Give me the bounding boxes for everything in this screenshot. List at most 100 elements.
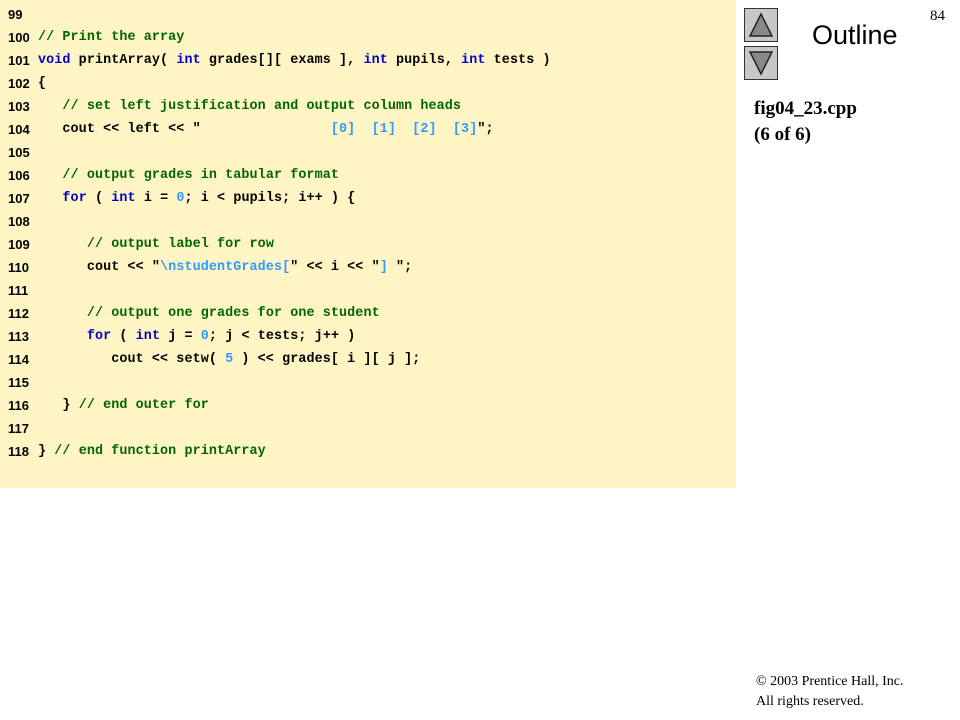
code-text: // output grades in tabular format [38, 168, 339, 183]
code-line: 110 cout << "\nstudentGrades[" << i << "… [0, 256, 736, 279]
code-text: // output label for row [38, 237, 274, 252]
line-number: 102 [8, 76, 30, 91]
line-number: 114 [8, 352, 29, 367]
line-number: 107 [8, 191, 30, 206]
code-token: tests ) [485, 53, 551, 68]
code-line: 104 cout << left << " [0] [1] [2] [3]"; [0, 118, 736, 141]
code-line: 103 // set left justification and output… [0, 95, 736, 118]
code-token: int [135, 329, 161, 344]
file-info: fig04_23.cpp (6 of 6) [754, 96, 857, 148]
code-token: { [38, 76, 47, 91]
code-line: 111 [0, 279, 736, 302]
line-number: 117 [8, 421, 29, 436]
code-token: // output label for row [86, 237, 274, 252]
file-name: fig04_23.cpp [754, 98, 857, 119]
code-token: 0 [176, 191, 185, 206]
code-token: 0 [200, 329, 209, 344]
code-token: ; i < pupils; i++ ) { [184, 191, 356, 206]
code-token: grades[][ exams ], [200, 53, 364, 68]
code-token: " << i << " [290, 260, 380, 275]
copyright-line-1: © 2003 Prentice Hall, Inc. [756, 674, 904, 689]
code-token: for [86, 329, 112, 344]
code-text: // output one grades for one student [38, 306, 380, 321]
next-slide-button[interactable] [744, 46, 778, 80]
outline-title: Outline [812, 20, 898, 50]
line-number: 99 [8, 7, 23, 22]
code-line: 107 for ( int i = 0; i < pupils; i++ ) { [0, 187, 736, 210]
line-number: 101 [8, 53, 30, 68]
code-line: 99 [0, 3, 736, 26]
code-line: 109 // output label for row [0, 233, 736, 256]
code-text: cout << "\nstudentGrades[" << i << "] "; [38, 260, 412, 275]
line-number: 112 [8, 306, 29, 321]
code-text: void printArray( int grades[][ exams ], … [38, 53, 551, 68]
page-number: 84 [930, 8, 945, 24]
code-token: // end outer for [78, 398, 209, 413]
line-number: 106 [8, 168, 30, 183]
code-line: 102 { [0, 72, 736, 95]
line-number: 116 [8, 398, 29, 413]
code-token: // output grades in tabular format [62, 168, 340, 183]
code-token: int [363, 53, 388, 68]
code-line: 100 // Print the array [0, 26, 736, 49]
triangle-down-icon [748, 51, 774, 76]
copyright-notice: © 2003 Prentice Hall, Inc. All rights re… [756, 672, 904, 712]
code-token: } [38, 398, 79, 413]
code-token: \nstudentGrades[ [160, 260, 291, 275]
code-text: // Print the array [38, 30, 184, 45]
code-token: ) << grades[ i ][ j ]; [233, 352, 421, 367]
code-line: 115 [0, 371, 736, 394]
code-token: int [461, 53, 486, 68]
line-number: 103 [8, 99, 30, 114]
line-number: 115 [8, 375, 29, 390]
code-text: cout << left << " [0] [1] [2] [3]"; [38, 122, 494, 137]
code-token: void [38, 53, 71, 68]
code-token: i = [135, 191, 177, 206]
code-token: "; [477, 122, 494, 137]
copyright-line-2: All rights reserved. [756, 694, 864, 709]
code-line: 108 [0, 210, 736, 233]
code-line: 116 } // end outer for [0, 394, 736, 417]
code-token: // end function printArray [54, 444, 266, 459]
code-token: "; [396, 260, 413, 275]
code-text: } // end outer for [38, 398, 209, 413]
code-line: 117 [0, 417, 736, 440]
code-token: [0] [1] [2] [3] [200, 122, 478, 137]
code-text: { [38, 76, 46, 91]
code-line: 112 // output one grades for one student [0, 302, 736, 325]
code-token: cout << " [38, 260, 161, 275]
code-token: ; j < tests; j++ ) [208, 329, 356, 344]
code-token: ( [111, 329, 136, 344]
previous-slide-button[interactable] [744, 8, 778, 42]
code-line: 118} // end function printArray [0, 440, 736, 463]
code-text: for ( int j = 0; j < tests; j++ ) [38, 329, 355, 344]
line-number: 109 [8, 237, 30, 252]
code-line: 114 cout << setw( 5 ) << grades[ i ][ j … [0, 348, 736, 371]
code-line: 105 [0, 141, 736, 164]
line-number: 108 [8, 214, 30, 229]
line-number: 113 [8, 329, 29, 344]
line-number: 111 [8, 283, 29, 298]
file-part: (6 of 6) [754, 124, 811, 145]
code-token: int [176, 53, 201, 68]
code-token: // output one grades for one student [86, 306, 380, 321]
triangle-up-icon [748, 12, 774, 37]
code-token: } [38, 444, 55, 459]
line-number: 104 [8, 122, 30, 137]
code-panel: 99 100 // Print the array 101 void printArra… [0, 0, 736, 488]
code-token: printArray( [70, 53, 177, 68]
code-token: cout << left << " [38, 122, 201, 137]
line-number: 118 [8, 444, 29, 459]
code-line: 106 // output grades in tabular format [0, 164, 736, 187]
code-token: // Print the array [38, 30, 185, 45]
line-number: 105 [8, 145, 30, 160]
code-text: // set left justification and output col… [38, 99, 461, 114]
code-token: pupils, [387, 53, 462, 68]
code-token: for [62, 191, 87, 206]
